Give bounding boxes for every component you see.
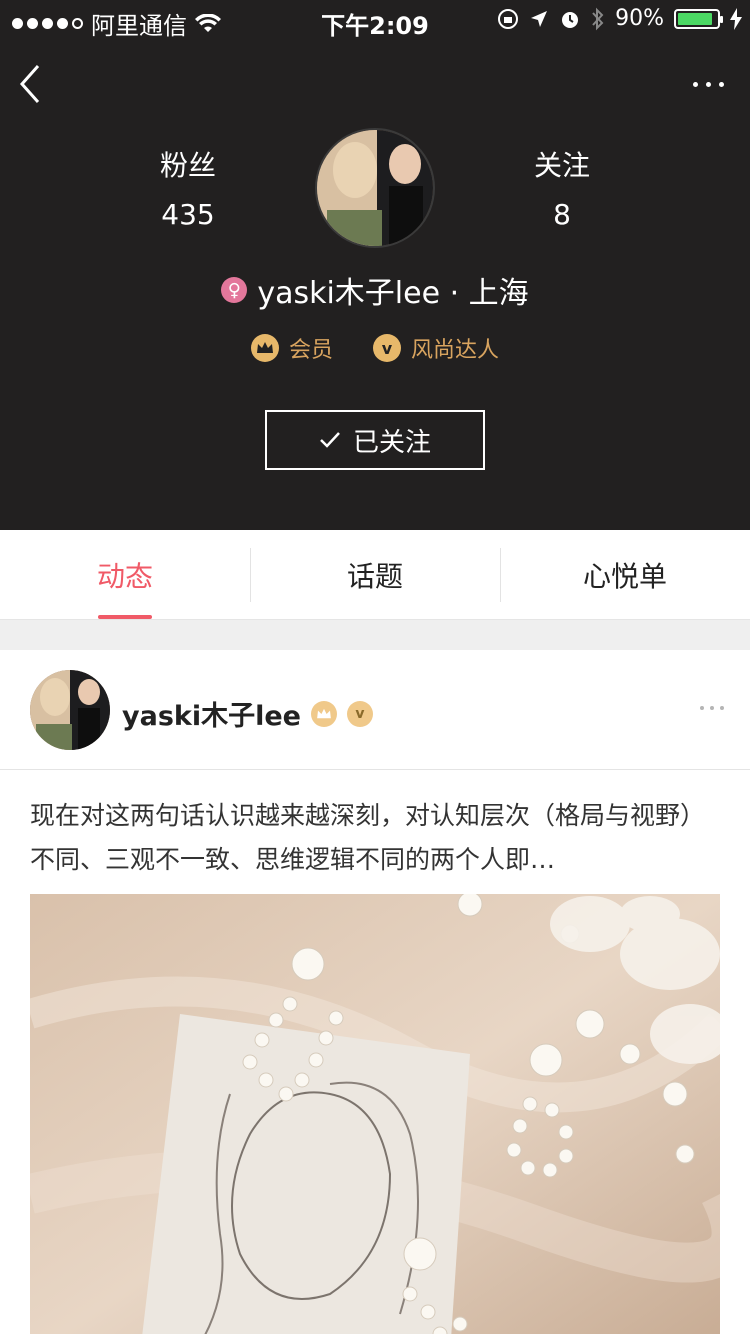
crown-icon	[310, 700, 337, 727]
post-text[interactable]: 现在对这两句话认识越来越深刻，对认知层次（格局与视野）不同、三观不一致、思维逻辑…	[30, 794, 720, 882]
fans-stat[interactable]: 粉丝 435	[108, 144, 268, 231]
profile-header: 阿里通信 下午2:09 90% 粉丝 435 关注 8 ♀ yaski木子lee…	[0, 0, 750, 530]
crown-icon	[250, 334, 279, 362]
v-badge-icon: v	[346, 700, 373, 727]
member-badge[interactable]: 会员	[250, 332, 333, 364]
bluetooth-icon	[592, 7, 604, 30]
more-menu-button[interactable]	[688, 70, 728, 98]
female-icon: ♀	[221, 277, 248, 303]
member-label: 会员	[288, 338, 333, 363]
name-location: ♀ yaski木子lee · 上海	[0, 268, 750, 312]
rotation-lock-icon	[498, 8, 519, 29]
followed-button[interactable]: 已关注	[265, 410, 485, 470]
v-badge-icon: v	[373, 334, 401, 362]
fashion-badge[interactable]: v 风尚达人	[373, 332, 499, 364]
post-username: yaski木子lee	[122, 701, 301, 732]
username-location: yaski木子lee · 上海	[257, 276, 529, 311]
followed-label: 已关注	[352, 427, 431, 458]
battery-percent: 90%	[615, 6, 664, 31]
badges: 会员 v 风尚达人	[0, 332, 750, 364]
tab-wishlist[interactable]: 心悦单	[500, 530, 750, 619]
fans-label: 粉丝	[159, 149, 216, 182]
tab-activity[interactable]: 动态	[0, 530, 250, 619]
tab-bar: 动态 话题 心悦单	[0, 530, 750, 620]
battery-icon	[674, 8, 723, 29]
back-button[interactable]	[16, 62, 46, 106]
check-icon	[320, 432, 340, 448]
charging-icon	[730, 7, 742, 30]
status-right: 90%	[497, 6, 742, 31]
post-user[interactable]: yaski木子lee v	[122, 694, 373, 733]
following-stat[interactable]: 关注 8	[482, 144, 642, 231]
fans-count: 435	[161, 198, 215, 231]
alarm-icon	[562, 11, 579, 28]
post-image[interactable]	[30, 894, 720, 1334]
post-header: yaski木子lee v	[0, 650, 750, 770]
feed-post: yaski木子lee v 现在对这两句话认识越来越深刻，对认知层次（格局与视野）…	[0, 650, 750, 1334]
location-icon	[531, 10, 548, 27]
status-bar: 阿里通信 下午2:09 90%	[0, 0, 750, 42]
following-count: 8	[553, 198, 571, 231]
post-avatar[interactable]	[30, 670, 110, 750]
following-label: 关注	[533, 149, 590, 182]
profile-avatar[interactable]	[315, 128, 435, 248]
post-more-button[interactable]	[700, 706, 724, 710]
tab-topics[interactable]: 话题	[250, 530, 500, 619]
fashion-label: 风尚达人	[411, 338, 500, 363]
chevron-left-icon	[19, 65, 40, 103]
